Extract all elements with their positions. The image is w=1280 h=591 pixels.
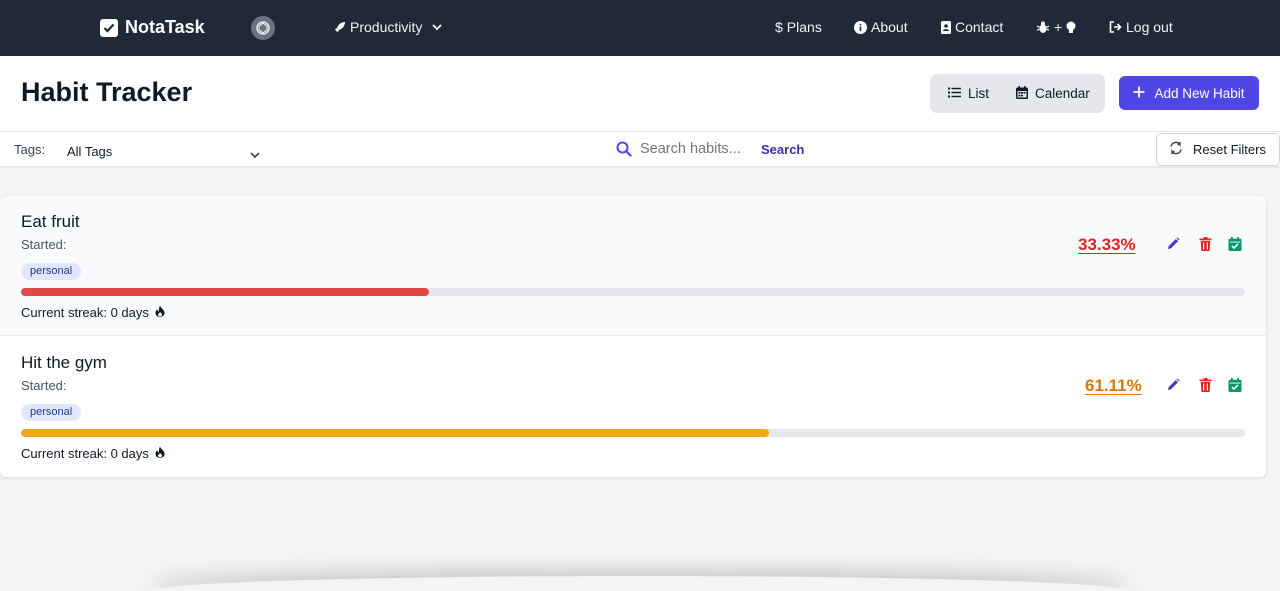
tags-select[interactable]: All Tags [57,138,267,162]
habit-card: Hit the gym Started: personal Current st… [0,337,1266,477]
calendar-view-label: Calendar [1035,86,1090,101]
habit-started: Started: [21,378,67,393]
nav-feedback[interactable]: + [1036,19,1076,35]
bug-icon [1036,21,1050,34]
add-new-habit-button[interactable]: Add New Habit [1119,76,1259,110]
nav-contact-label: Contact [955,19,1004,35]
bottom-shadow [150,576,1130,591]
contact-book-icon [941,20,951,34]
nav-feedback-label: + [1054,19,1063,35]
list-icon [948,86,961,101]
brand-name: NotaTask [125,17,205,37]
add-new-habit-label: Add New Habit [1154,85,1245,101]
tags-select-value: All Tags [67,144,113,159]
habit-name: Eat fruit [21,212,80,231]
nav-logout[interactable]: Log out [1109,19,1173,35]
filter-bar: Tags: All Tags Search Reset Filters [0,131,1280,167]
habit-list: Eat fruit Started: personal Current stre… [0,196,1266,477]
plus-icon [1133,86,1145,101]
dollar-icon: $ [775,19,783,35]
progress-bar [21,288,1245,296]
progress-fill [21,429,769,437]
calendar-check-icon[interactable] [1227,236,1243,252]
nav-logout-label: Log out [1126,19,1173,35]
chevron-down-icon [432,23,442,31]
nav-about[interactable]: About [854,19,908,35]
refresh-icon [1169,141,1183,158]
streak-text: Current streak: 0 days [21,305,149,320]
tags-label: Tags: [14,142,46,157]
openai-icon[interactable] [251,16,275,40]
fire-icon [155,305,165,320]
search-icon [616,141,632,162]
habit-percent[interactable]: 61.11% [1085,376,1142,396]
nav-contact[interactable]: Contact [941,19,1003,35]
reset-filters-label: Reset Filters [1193,142,1266,157]
rocket-icon [334,21,346,33]
search-input[interactable] [640,141,752,157]
nav-productivity[interactable]: Productivity [334,19,442,35]
edit-icon[interactable] [1165,377,1181,393]
brand[interactable]: NotaTask [100,17,205,38]
info-icon [854,20,867,34]
habit-name: Hit the gym [21,353,107,372]
habit-card: Eat fruit Started: personal Current stre… [0,196,1266,336]
habit-streak: Current streak: 0 days [21,305,165,320]
calendar-check-icon[interactable] [1227,377,1243,393]
habit-streak: Current streak: 0 days [21,446,165,461]
delete-icon[interactable] [1197,236,1213,252]
nav-productivity-label: Productivity [350,19,423,35]
search-button[interactable]: Search [761,142,804,157]
progress-fill [21,288,429,296]
streak-text: Current streak: 0 days [21,446,149,461]
fire-icon [155,446,165,461]
habit-started: Started: [21,237,67,252]
top-navbar: NotaTask Productivity $ Plans About Cont… [0,0,1280,56]
progress-bar [21,429,1245,437]
page-header: Habit Tracker List Calendar Add New Habi… [0,56,1280,131]
nav-about-label: About [871,19,908,35]
nav-plans[interactable]: $ Plans [775,19,822,35]
chevron-down-icon [250,146,260,164]
delete-icon[interactable] [1197,377,1213,393]
view-toggle: List Calendar [930,74,1105,113]
list-view-label: List [968,86,990,101]
habit-percent[interactable]: 33.33% [1078,235,1136,255]
calendar-view-button[interactable]: Calendar [1016,74,1090,113]
check-square-icon [100,18,118,37]
habit-tag[interactable]: personal [21,263,82,280]
page-title: Habit Tracker [21,77,193,107]
edit-icon[interactable] [1165,236,1181,252]
list-view-button[interactable]: List [948,74,989,113]
nav-plans-label: Plans [786,19,822,35]
logout-icon [1109,21,1122,33]
calendar-icon [1016,85,1028,102]
habit-tag[interactable]: personal [21,404,82,421]
lightbulb-icon [1066,21,1076,34]
reset-filters-button[interactable]: Reset Filters [1156,133,1280,166]
